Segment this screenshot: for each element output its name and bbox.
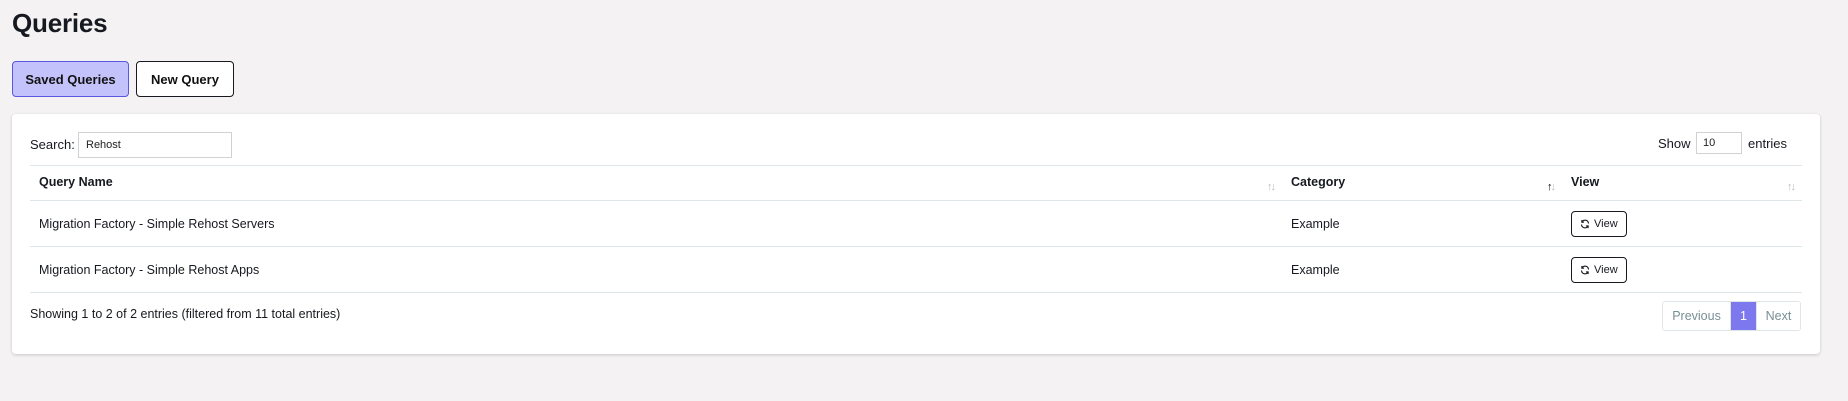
table-info: Showing 1 to 2 of 2 entries (filtered fr… bbox=[30, 307, 341, 321]
view-cell: View bbox=[1562, 247, 1802, 293]
page-1-button[interactable]: 1 bbox=[1731, 302, 1756, 330]
search-input[interactable] bbox=[78, 132, 232, 158]
page-title: Queries bbox=[12, 8, 108, 38]
queries-table-card: Search: Show entries Query Name ↑↓ Categ… bbox=[12, 114, 1820, 354]
view-cell: View bbox=[1562, 201, 1802, 247]
pagination: Previous 1 Next bbox=[1662, 301, 1801, 331]
table-header-row: Query Name ↑↓ Category ↑↓ View ↑↓ bbox=[30, 165, 1802, 201]
view-button[interactable]: View bbox=[1571, 210, 1627, 237]
category-cell: Example bbox=[1291, 216, 1340, 231]
table-row: Migration Factory - Simple Rehost Server… bbox=[30, 201, 1802, 247]
table-row: Migration Factory - Simple Rehost Apps E… bbox=[30, 247, 1802, 293]
column-header-category[interactable]: Category ↑↓ bbox=[1282, 166, 1562, 201]
column-header-label: View bbox=[1571, 175, 1600, 189]
entries-label: entries bbox=[1748, 136, 1788, 151]
sort-ascending-icon: ↑↓ bbox=[1547, 181, 1556, 193]
previous-page-button[interactable]: Previous bbox=[1663, 302, 1731, 330]
column-header-label: Query Name bbox=[39, 175, 113, 189]
column-header-label: Category bbox=[1291, 175, 1346, 189]
category-cell: Example bbox=[1291, 262, 1340, 277]
tab-new-query[interactable]: New Query bbox=[136, 61, 234, 97]
refresh-icon bbox=[1581, 265, 1589, 274]
sort-arrows-icon: ↑↓ bbox=[1787, 181, 1796, 193]
tab-saved-queries[interactable]: Saved Queries bbox=[12, 61, 129, 97]
refresh-icon bbox=[1581, 219, 1589, 228]
next-page-button[interactable]: Next bbox=[1756, 302, 1800, 330]
query-name-cell: Migration Factory - Simple Rehost Apps bbox=[39, 262, 260, 277]
sort-arrows-icon: ↑↓ bbox=[1267, 181, 1276, 193]
view-button[interactable]: View bbox=[1571, 256, 1627, 283]
view-button-label: View bbox=[1594, 263, 1618, 276]
view-button-label: View bbox=[1594, 217, 1618, 230]
column-header-view[interactable]: View ↑↓ bbox=[1562, 166, 1802, 201]
page-length-input[interactable] bbox=[1696, 132, 1742, 154]
search-label: Search: bbox=[30, 137, 75, 152]
query-name-cell: Migration Factory - Simple Rehost Server… bbox=[39, 216, 275, 231]
column-header-query-name[interactable]: Query Name ↑↓ bbox=[30, 166, 1282, 201]
show-label: Show bbox=[1658, 136, 1691, 151]
queries-table: Query Name ↑↓ Category ↑↓ View ↑↓ Migrat… bbox=[30, 165, 1802, 293]
